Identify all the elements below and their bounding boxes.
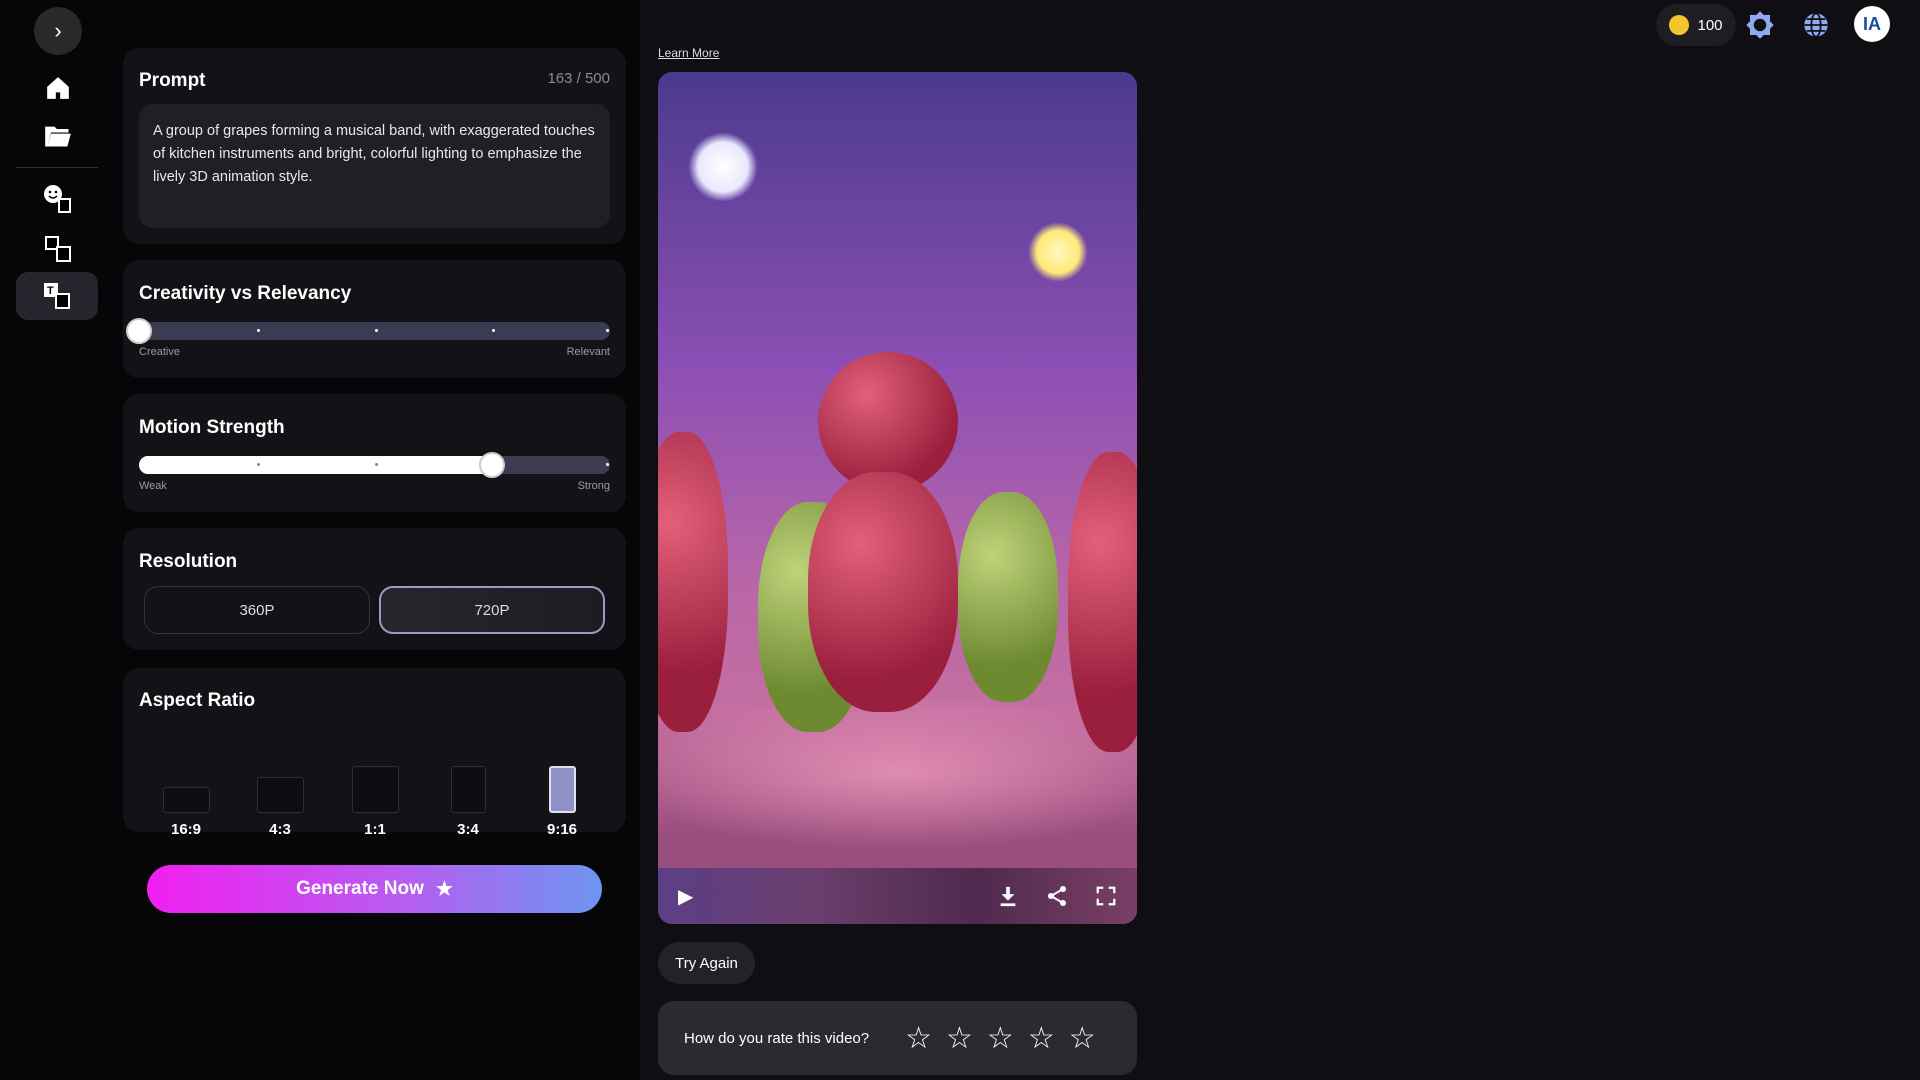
face-film-icon [44,185,71,213]
creativity-card: Creativity vs Relevancy Creative Relevan… [123,260,626,378]
language-button[interactable] [1798,8,1834,42]
coin-icon [1669,15,1690,35]
sidebar-item-home[interactable] [30,66,86,110]
video-controls: ▶ [658,868,1137,924]
creativity-slider[interactable] [126,318,610,344]
expand-sidebar-button[interactable]: › [34,7,82,55]
creativity-title: Creativity vs Relevancy [139,283,352,304]
generate-label: Generate Now [296,878,424,899]
char-counter: 163 / 500 [547,70,610,87]
sidebar-item-image-to-video[interactable] [30,227,86,271]
sidebar-divider [16,167,98,168]
aspect-16-9-option[interactable]: 16:9 [156,748,216,838]
weak-label: Weak [139,480,167,492]
play-icon[interactable]: ▶ [678,884,693,909]
generate-now-button[interactable]: Generate Now ★ [147,865,602,913]
prompt-card: Prompt 163 / 500 A group of grapes formi… [123,48,626,244]
resolution-720p-button[interactable]: 720P [379,586,605,634]
folder-icon [45,126,71,147]
aspect-4-3-option[interactable]: 4:3 [250,748,310,838]
aspect-label: 3:4 [457,821,479,838]
creative-label: Creative [139,346,180,358]
resolution-title: Resolution [139,551,238,572]
prompt-textarea[interactable]: A group of grapes forming a musical band… [139,104,610,228]
resolution-360p-button[interactable]: 360P [144,586,370,634]
motion-title: Motion Strength [139,417,285,438]
try-again-button[interactable]: Try Again [658,942,755,984]
chevron-right-icon: › [54,18,62,43]
user-avatar[interactable]: IA [1854,6,1890,42]
home-icon [47,77,69,99]
aspect-label: 9:16 [546,821,578,838]
stage-floor [658,692,1137,852]
aspect-title: Aspect Ratio [139,690,256,711]
strong-label: Strong [577,480,610,492]
star-2-icon[interactable]: ☆ [946,1021,973,1056]
video-player[interactable]: ▶ [658,72,1137,924]
star-5-icon[interactable]: ☆ [1069,1021,1096,1056]
aspect-9-16-option[interactable]: 9:16 [532,748,592,838]
brightness-icon [1746,11,1774,39]
fullscreen-icon[interactable] [1095,885,1117,907]
sidebar-item-face-to-video[interactable] [30,177,86,221]
learn-more-link[interactable]: Learn More [658,46,719,60]
image-film-icon [45,236,71,262]
star-4-icon[interactable]: ☆ [1028,1021,1055,1056]
aspect-label: 1:1 [364,821,386,838]
motion-card: Motion Strength Weak Strong [123,394,626,512]
aspect-1-1-option[interactable]: 1:1 [345,748,405,838]
aspect-label: 4:3 [269,821,291,838]
text-film-icon: T [44,283,70,309]
globe-icon [1804,12,1828,38]
prompt-title: Prompt [139,70,206,91]
resolution-card: Resolution 360P 720P [123,528,626,650]
star-1-icon[interactable]: ☆ [905,1021,932,1056]
relevant-label: Relevant [566,346,610,358]
credits-badge[interactable]: 100 [1656,4,1736,46]
grape-character [818,352,958,492]
download-icon[interactable] [997,885,1019,907]
sidebar-item-text-to-video[interactable]: T [16,272,98,320]
star-3-icon[interactable]: ☆ [987,1021,1014,1056]
creativity-slider-thumb[interactable] [126,318,152,344]
credits-count: 100 [1697,16,1723,34]
aspect-3-4-option[interactable]: 3:4 [438,748,498,838]
motion-slider-thumb[interactable] [479,452,506,478]
svg-text:T: T [47,285,54,297]
theme-toggle-button[interactable] [1742,8,1778,42]
aspect-label: 16:9 [170,821,202,838]
share-icon[interactable] [1045,884,1069,908]
spotlight [1028,222,1088,282]
rating-question: How do you rate this video? [684,1029,870,1047]
spotlight [688,132,758,202]
aspect-ratio-card: Aspect Ratio 16:9 4:3 1:1 3:4 9:16 [123,668,626,838]
rating-box: How do you rate this video? ☆ ☆ ☆ ☆ ☆ [658,1001,1137,1075]
sidebar-item-folder[interactable] [30,114,86,158]
motion-slider[interactable] [139,452,610,478]
sparkle-star-icon: ★ [435,878,453,900]
